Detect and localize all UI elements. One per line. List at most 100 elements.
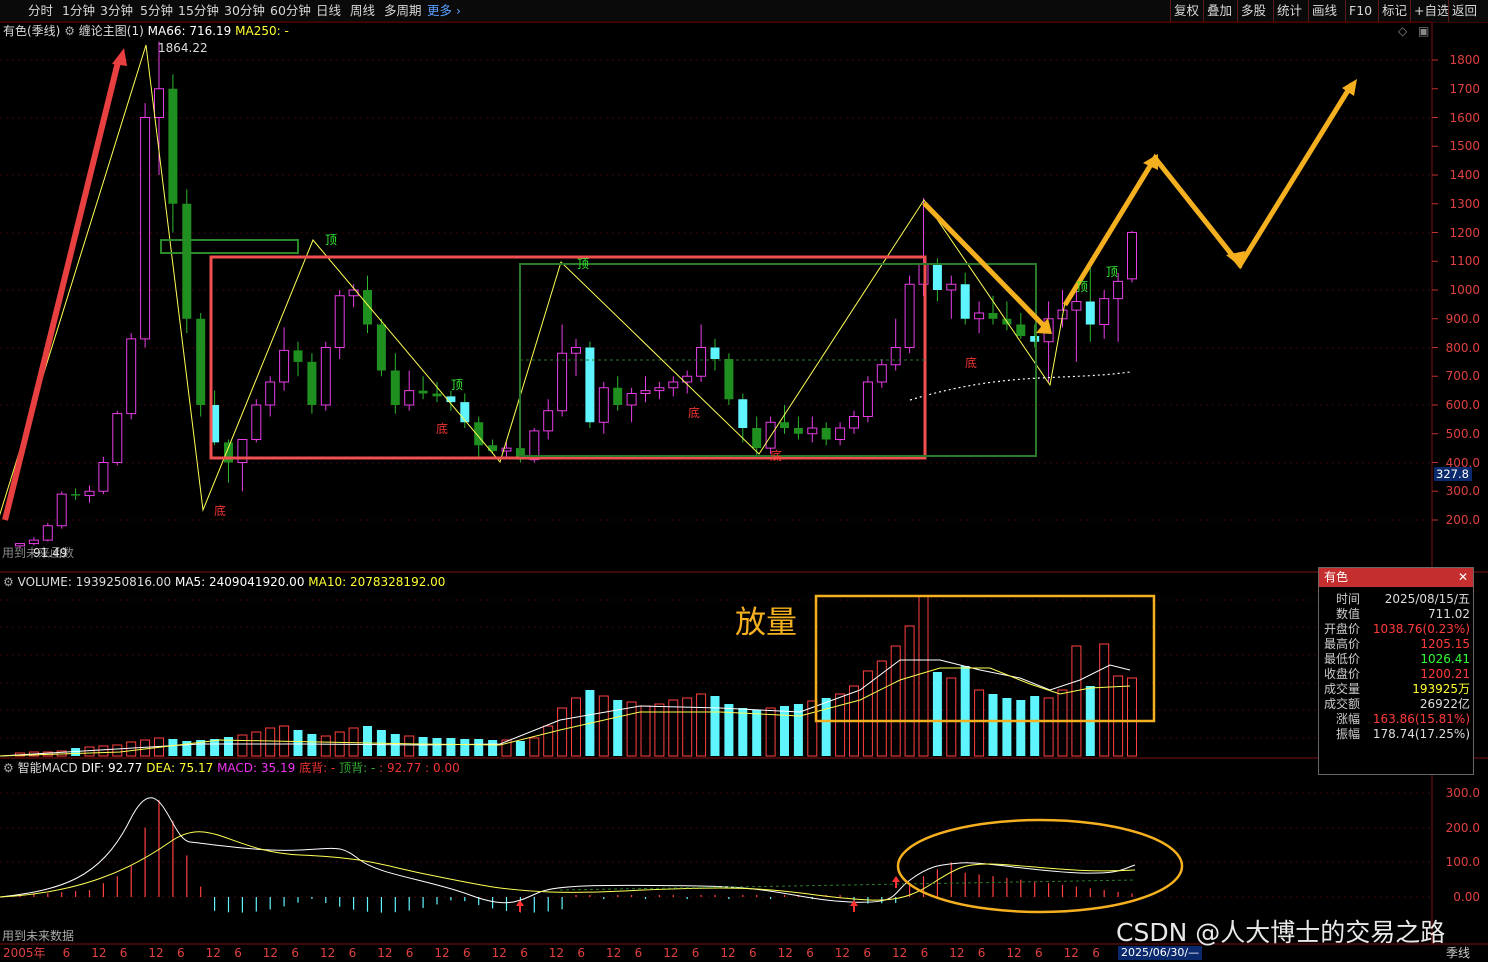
info-value: 163.86(15.81%)	[1372, 712, 1470, 726]
candle-body	[946, 283, 957, 291]
info-value: 1205.15	[1420, 637, 1470, 651]
candle-body	[404, 390, 415, 406]
top-divergence-label: 顶背: -	[339, 761, 376, 775]
volume-bar	[307, 734, 317, 756]
candle-body	[293, 350, 303, 362]
macd-title: 智能MACD	[17, 761, 78, 775]
top-marker: 顶	[1076, 280, 1089, 294]
watermark: CSDN @人大博士的交易之路	[1116, 918, 1446, 947]
macd-extra-label: : 92.77 : 0.00	[379, 761, 460, 775]
time-tick-label: 2005年	[3, 946, 46, 960]
candle-body	[849, 416, 859, 429]
volume-bar	[960, 666, 970, 756]
candle-body	[793, 428, 803, 434]
volume-bar	[84, 746, 95, 757]
volume-bar	[1043, 697, 1054, 757]
candle-body	[835, 427, 846, 440]
time-tick-label: 12	[491, 946, 507, 960]
time-tick-label: 6	[520, 946, 528, 960]
volume-bar	[821, 698, 831, 756]
price-tick-label: 1500	[1449, 139, 1480, 154]
macd-tick-label: 300.0	[1445, 786, 1480, 800]
macd-tick-label: 100.0	[1445, 855, 1480, 870]
volume-bar	[529, 737, 540, 757]
time-tick-label: 6	[119, 946, 128, 960]
volume-bar	[780, 706, 789, 756]
volume-bar	[474, 739, 484, 756]
candle-body	[432, 393, 442, 397]
volume-bar	[835, 693, 846, 757]
bottom-marker: 底	[770, 449, 783, 463]
time-tick-label: 6	[234, 946, 242, 960]
info-value: 2025/08/15/五	[1384, 592, 1470, 606]
candle-body	[279, 349, 290, 383]
settings-icon[interactable]: ⚙	[3, 761, 14, 775]
volume-bar	[640, 705, 651, 757]
bottom-marker: 底	[965, 356, 978, 370]
info-panel[interactable]: 有色 ✕ 时间 2025/08/15/五 数值 711.02 开盘价 1038.76(0.…	[1318, 567, 1474, 775]
close-icon[interactable]: ✕	[1458, 568, 1468, 587]
volume-bar	[1113, 675, 1124, 757]
volume-bar	[446, 738, 456, 756]
info-value: 193925万	[1412, 682, 1470, 696]
candle-body	[626, 393, 637, 406]
volume-bar	[112, 744, 123, 757]
time-tick-label: 6	[291, 946, 300, 960]
volume-bar	[1057, 689, 1068, 757]
chart-canvas[interactable]	[0, 0, 1488, 962]
info-value: 26922亿	[1419, 697, 1470, 711]
price-tick-label: 300.0	[1445, 484, 1480, 499]
info-row: 成交量 193925万	[1319, 682, 1473, 697]
volume-bar	[460, 739, 470, 756]
candle-body	[876, 364, 887, 383]
candle-body	[140, 117, 151, 340]
volume-bar	[126, 741, 137, 757]
signal-arrow-head	[892, 876, 900, 882]
time-tick-label: 6	[1092, 946, 1100, 960]
info-title: 有色	[1324, 570, 1349, 584]
price-tick-label: 1300	[1449, 196, 1480, 211]
settings-icon[interactable]: ⚙	[3, 575, 14, 589]
candle-body	[154, 88, 164, 118]
info-key: 最高价	[1323, 637, 1360, 651]
candle-body	[598, 387, 609, 423]
volume-bar	[265, 727, 276, 757]
candle-body	[807, 427, 818, 435]
macd-legend: ⚙ 智能MACD DIF: 92.77 DEA: 75.17 MACD: 35.…	[3, 761, 460, 776]
time-tick-label: 6	[634, 946, 643, 960]
info-key: 最低价	[1323, 652, 1360, 666]
volume-bar	[1002, 698, 1012, 756]
info-key: 开盘价	[1323, 622, 1360, 636]
info-value: 1038.76(0.23%)	[1372, 622, 1470, 636]
volume-bar	[404, 735, 415, 757]
bottom-marker: 底	[436, 422, 449, 436]
candle-body	[28, 539, 39, 545]
volume-bar	[320, 735, 331, 757]
time-tick-label: 12	[606, 946, 622, 960]
volume-bar	[293, 730, 303, 756]
candle-body	[543, 410, 554, 432]
peak-price-label: 1864.22	[158, 41, 208, 55]
time-tick-label: 12	[91, 946, 107, 960]
time-tick-label: 6	[177, 946, 185, 960]
volume-bar	[946, 677, 957, 757]
candle-body	[182, 203, 192, 319]
info-key: 振幅	[1335, 727, 1360, 741]
price-tick-label: 800.0	[1445, 340, 1480, 355]
future-data-note: 用到未来数据	[2, 929, 75, 943]
candle-body	[98, 462, 109, 492]
volume-bar	[168, 739, 178, 756]
time-tick-label: 6	[62, 946, 71, 960]
projection-arrow	[922, 201, 1048, 330]
info-value: 711.02	[1428, 607, 1470, 621]
candle-body	[363, 290, 372, 325]
volume-bar	[876, 660, 887, 757]
candle-body	[974, 312, 985, 320]
period-label[interactable]: 季线	[1446, 946, 1470, 961]
macd-tick-label: 0.00	[1453, 890, 1480, 904]
time-tick-label: 12	[720, 946, 736, 960]
volume-bar	[1071, 645, 1082, 757]
time-tick-label: 6	[806, 946, 814, 960]
dea-label: DEA: 75.17	[146, 761, 214, 775]
candle-body	[1099, 298, 1110, 325]
